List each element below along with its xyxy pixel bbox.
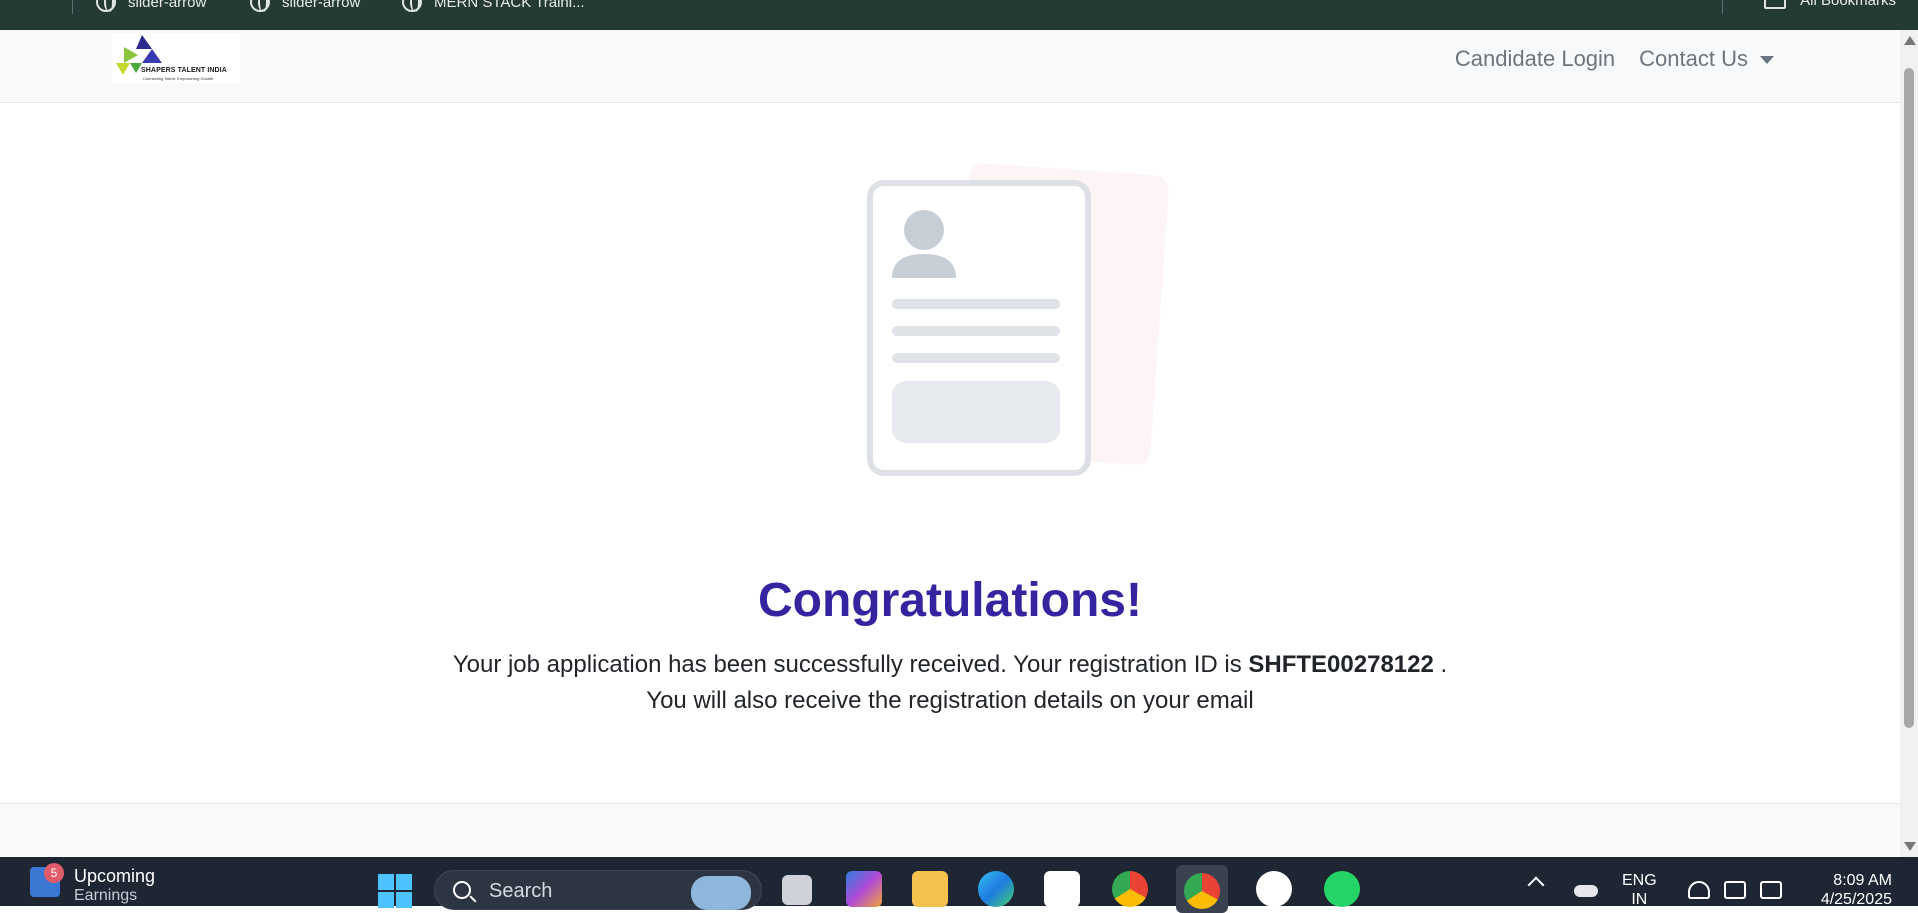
bookmark-item[interactable]: slider-arrow <box>96 0 206 12</box>
edge-icon[interactable] <box>978 871 1014 907</box>
message-suffix: . <box>1433 651 1448 678</box>
search-highlight-art <box>691 876 751 910</box>
notification-badge: 5 <box>44 863 64 883</box>
caret-down-icon <box>1760 56 1774 64</box>
bookmarks-bar: slider-arrow slider-arrow MERN STACK Tra… <box>0 0 1918 30</box>
globe-icon <box>96 0 116 12</box>
message-text: Your job application has been successful… <box>452 651 1242 678</box>
page-scrollbar[interactable] <box>1900 30 1918 857</box>
logo-name: SHAPERS TALENT INDIA <box>141 67 227 74</box>
scroll-up-icon[interactable] <box>1904 36 1916 45</box>
bookmark-item[interactable]: MERN STACK Traini... <box>402 0 585 12</box>
bookmark-label: MERN STACK Traini... <box>434 0 585 11</box>
news-widget[interactable]: 5 Upcoming Earnings <box>30 863 156 905</box>
clock-time: 8:09 AM <box>1833 872 1892 889</box>
logo-tagline: Connecting Talent, Empowering Growth <box>143 76 214 81</box>
windows-start-icon[interactable] <box>378 874 412 908</box>
scroll-thumb[interactable] <box>1904 68 1914 728</box>
microsoft-store-icon[interactable] <box>1044 871 1080 907</box>
whatsapp-icon[interactable] <box>1324 871 1360 907</box>
contact-us-label: Contact Us <box>1639 46 1748 71</box>
task-view-icon[interactable] <box>782 875 812 905</box>
mongodb-compass-icon[interactable] <box>1256 871 1292 907</box>
main-nav: Candidate Login Contact Us <box>1431 46 1774 72</box>
file-explorer-icon[interactable] <box>912 871 948 907</box>
taskbar-search[interactable]: Search <box>434 870 762 910</box>
show-hidden-icons-chevron[interactable] <box>1527 876 1545 894</box>
language-indicator[interactable]: ENG IN <box>1622 871 1657 909</box>
wifi-icon[interactable] <box>1688 881 1710 899</box>
candidate-login-link[interactable]: Candidate Login <box>1455 46 1615 72</box>
bookmark-item[interactable]: slider-arrow <box>250 0 360 12</box>
site-header: SHAPERS TALENT INDIA Connecting Talent, … <box>0 30 1900 103</box>
clock[interactable]: 8:09 AM 4/25/2025 <box>1812 871 1892 909</box>
volume-icon[interactable] <box>1724 881 1746 899</box>
widget-title: Upcoming <box>74 866 156 886</box>
widget-subtitle: Earnings <box>74 887 138 904</box>
confirmation-message: Your job application has been successful… <box>0 651 1900 679</box>
company-logo[interactable]: SHAPERS TALENT INDIA Connecting Talent, … <box>112 33 240 83</box>
globe-icon <box>402 0 422 12</box>
search-icon <box>453 881 471 899</box>
bookmark-separator <box>72 0 73 14</box>
folder-icon <box>1764 0 1787 9</box>
chrome-profile-icon[interactable] <box>1112 871 1148 907</box>
search-placeholder: Search <box>489 880 553 902</box>
chrome-icon <box>1184 873 1220 909</box>
resume-document-icon <box>867 163 1169 476</box>
battery-icon[interactable] <box>1760 881 1782 899</box>
bookmark-label: slider-arrow <box>128 0 207 11</box>
chart-widget-icon: 5 <box>30 863 64 897</box>
language-code: ENG <box>1622 872 1657 889</box>
confirmation-section: Congratulations! Your job application ha… <box>0 103 1900 856</box>
all-bookmarks-label: All Bookmarks <box>1800 0 1896 9</box>
clock-date: 4/25/2025 <box>1820 891 1892 908</box>
email-notice: You will also receive the registration d… <box>646 687 1254 714</box>
system-tray-icons[interactable] <box>1688 881 1796 899</box>
globe-icon <box>250 0 270 12</box>
copilot-icon[interactable] <box>846 871 882 907</box>
bookmark-label: slider-arrow <box>282 0 361 11</box>
apps-grid-icon[interactable] <box>28 0 48 10</box>
all-bookmarks-button[interactable]: All Bookmarks <box>1764 0 1896 9</box>
language-region: IN <box>1631 891 1648 908</box>
registration-id: SHFTE00278122 <box>1248 651 1434 678</box>
scroll-down-icon[interactable] <box>1904 842 1916 851</box>
page-title: Congratulations! <box>758 574 1142 627</box>
onedrive-cloud-icon[interactable] <box>1574 885 1598 897</box>
contact-us-dropdown[interactable]: Contact Us <box>1639 46 1774 72</box>
windows-taskbar: 5 Upcoming Earnings Search ENG IN 8:09 A… <box>0 857 1918 913</box>
bookmark-separator <box>1722 0 1723 14</box>
footer-strip <box>0 803 1900 856</box>
